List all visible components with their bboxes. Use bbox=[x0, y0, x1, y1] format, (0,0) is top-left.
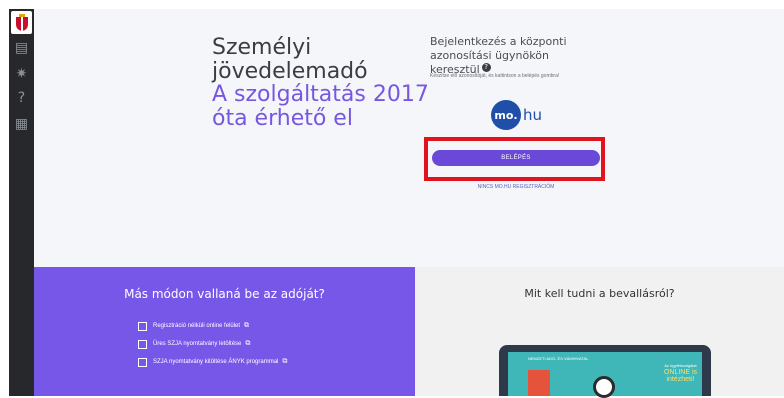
link-label: Üres SZJA nyomtatvány letöltése bbox=[153, 341, 242, 347]
laptop-illustration: NEMZETI ADÓ- ÉS VÁMHIVATAL Az ügyfélszol… bbox=[499, 345, 711, 398]
link-label: SZJA nyomtatvány kitöltése ÁNYK programm… bbox=[153, 359, 279, 365]
coffee-cup-illustration bbox=[593, 376, 615, 398]
login-button[interactable]: BELÉPÉS bbox=[432, 150, 600, 166]
info-panel: Mit kell tudni a bevallásról? NEMZETI AD… bbox=[415, 267, 784, 398]
coat-of-arms-icon bbox=[15, 13, 28, 31]
title-line-2: jövedelemadó bbox=[212, 58, 368, 84]
register-link[interactable]: NINCS MO.HU REGISZTRÁCIÓM bbox=[470, 184, 562, 190]
external-link-icon: ⧉ bbox=[244, 322, 250, 329]
external-link-icon: ⧉ bbox=[282, 358, 288, 365]
title-line-1: Személyi bbox=[212, 35, 312, 60]
login-title-text: Bejelentkezés a központi azonosítási ügy… bbox=[430, 35, 567, 76]
folder-icon bbox=[138, 357, 147, 367]
document-icon[interactable]: ▤ bbox=[9, 39, 34, 57]
laptop-screen: NEMZETI ADÓ- ÉS VÁMHIVATAL Az ügyfélszol… bbox=[508, 352, 702, 398]
external-link-icon: ⧉ bbox=[245, 340, 251, 347]
calculator-icon[interactable]: ▦ bbox=[9, 115, 34, 133]
accent-line-1: A szolgáltatás 2017 bbox=[212, 82, 429, 107]
page-title: Személyi jövedelemadó A szolgáltatás 201… bbox=[212, 36, 429, 130]
other-ways-links: Regisztráció nélküli online felület ⧉ Ür… bbox=[138, 317, 287, 371]
anyk-link[interactable]: SZJA nyomtatvány kitöltése ÁNYK programm… bbox=[138, 353, 287, 371]
mohu-logo: mo. hu bbox=[491, 100, 542, 130]
window-top-border bbox=[0, 0, 784, 9]
online-banner-big: ONLINE is intézheti! bbox=[663, 369, 698, 383]
other-ways-heading: Más módon vallaná be az adóját? bbox=[124, 287, 325, 301]
link-label: Regisztráció nélküli online felület bbox=[153, 323, 241, 329]
login-description: Készítse elő azonosítóját, és kattintson… bbox=[430, 73, 560, 79]
info-heading: Mit kell tudni a bevallásról? bbox=[524, 287, 675, 300]
online-banner: Az ügyfélszolgálat ONLINE is intézheti! bbox=[659, 362, 702, 383]
info-icon[interactable]: ? bbox=[481, 63, 491, 72]
paper-illustration bbox=[528, 370, 550, 396]
sidebar: ▤ ✷ ? ▦ bbox=[9, 9, 34, 396]
login-title: Bejelentkezés a központi azonosítási ügy… bbox=[430, 35, 600, 77]
mohu-logo-text: hu bbox=[523, 106, 543, 124]
help-icon[interactable]: ? bbox=[9, 89, 34, 107]
nav-logo-text: NEMZETI ADÓ- ÉS VÁMHIVATAL bbox=[528, 356, 589, 361]
form-icon bbox=[138, 321, 147, 331]
app-logo[interactable] bbox=[11, 11, 32, 34]
online-banner-small: Az ügyfélszolgálat bbox=[664, 363, 697, 368]
form-icon bbox=[138, 339, 147, 349]
empty-form-download-link[interactable]: Üres SZJA nyomtatvány letöltése ⧉ bbox=[138, 335, 287, 353]
other-ways-panel: Más módon vallaná be az adóját? Regisztr… bbox=[34, 267, 415, 396]
accessibility-icon[interactable]: ✷ bbox=[9, 65, 34, 83]
accent-line-2: óta érhető el bbox=[212, 105, 353, 131]
mohu-logo-circle: mo. bbox=[491, 100, 521, 130]
online-form-link[interactable]: Regisztráció nélküli online felület ⧉ bbox=[138, 317, 287, 335]
